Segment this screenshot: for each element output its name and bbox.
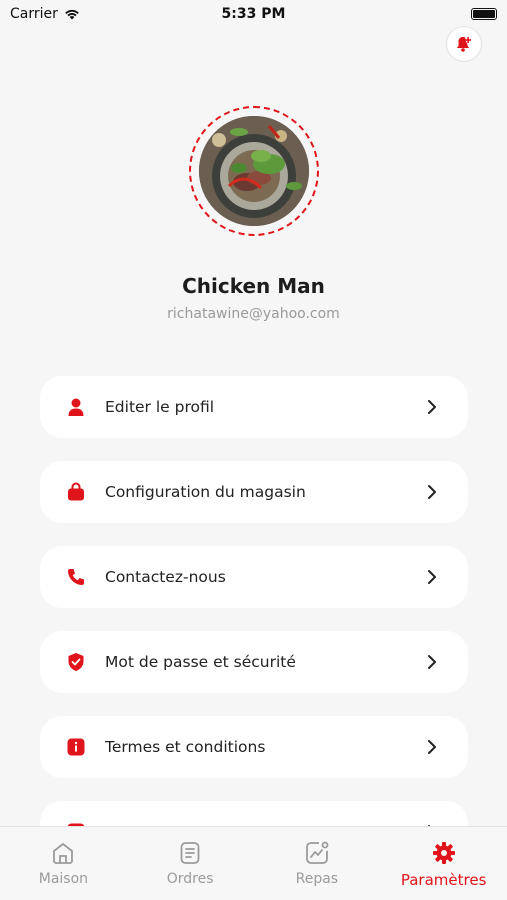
menu-item-label: Termes et conditions bbox=[105, 738, 266, 756]
avatar-frame[interactable] bbox=[189, 106, 319, 236]
battery-icon bbox=[471, 8, 497, 20]
profile-name: Chicken Man bbox=[182, 274, 325, 298]
avatar bbox=[199, 116, 309, 226]
phone-icon bbox=[64, 565, 88, 589]
menu-item-label: Editer le profil bbox=[105, 398, 215, 416]
tab-label: Ordres bbox=[166, 871, 214, 887]
food-photo-image bbox=[199, 116, 309, 226]
tab-maison[interactable]: Maison bbox=[0, 827, 127, 900]
clock: 5:33 PM bbox=[221, 6, 286, 22]
shopping-bag-icon bbox=[64, 480, 88, 504]
chevron-right-icon bbox=[424, 484, 440, 500]
tab-label: Paramètres bbox=[400, 871, 487, 889]
meals-chart-icon bbox=[303, 839, 331, 867]
orders-icon bbox=[176, 839, 204, 867]
menu-item-password-security[interactable]: Mot de passe et sécurité bbox=[40, 631, 468, 693]
menu-item-contact[interactable]: Contactez-nous bbox=[40, 546, 468, 608]
menu-item-edit-profile[interactable]: Editer le profil bbox=[40, 376, 468, 438]
menu-item-label: Configuration du magasin bbox=[105, 483, 306, 501]
chevron-right-icon bbox=[424, 739, 440, 755]
menu-item-store-config[interactable]: Configuration du magasin bbox=[40, 461, 468, 523]
tab-repas[interactable]: Repas bbox=[254, 827, 381, 900]
info-icon bbox=[64, 735, 88, 759]
tab-label: Repas bbox=[295, 871, 339, 887]
tab-label: Maison bbox=[38, 871, 89, 887]
menu-item-label: Mot de passe et sécurité bbox=[105, 653, 296, 671]
tab-parametres[interactable]: Paramètres bbox=[380, 827, 507, 900]
profile-email: richatawine@yahoo.com bbox=[167, 306, 340, 322]
notification-button[interactable] bbox=[446, 26, 482, 62]
bell-plus-icon bbox=[457, 37, 472, 52]
shield-icon bbox=[64, 650, 88, 674]
gear-icon bbox=[430, 839, 458, 867]
chevron-right-icon bbox=[424, 399, 440, 415]
menu-item-terms[interactable]: Termes et conditions bbox=[40, 716, 468, 778]
status-bar: Carrier 5:33 PM bbox=[0, 0, 507, 30]
user-icon bbox=[64, 395, 88, 419]
chevron-right-icon bbox=[424, 654, 440, 670]
menu-item-label: Contactez-nous bbox=[105, 568, 226, 586]
chevron-right-icon bbox=[424, 569, 440, 585]
tab-ordres[interactable]: Ordres bbox=[127, 827, 254, 900]
home-icon bbox=[49, 839, 77, 867]
bottom-tab-bar: Maison Ordres Repas Paramètres bbox=[0, 826, 507, 900]
